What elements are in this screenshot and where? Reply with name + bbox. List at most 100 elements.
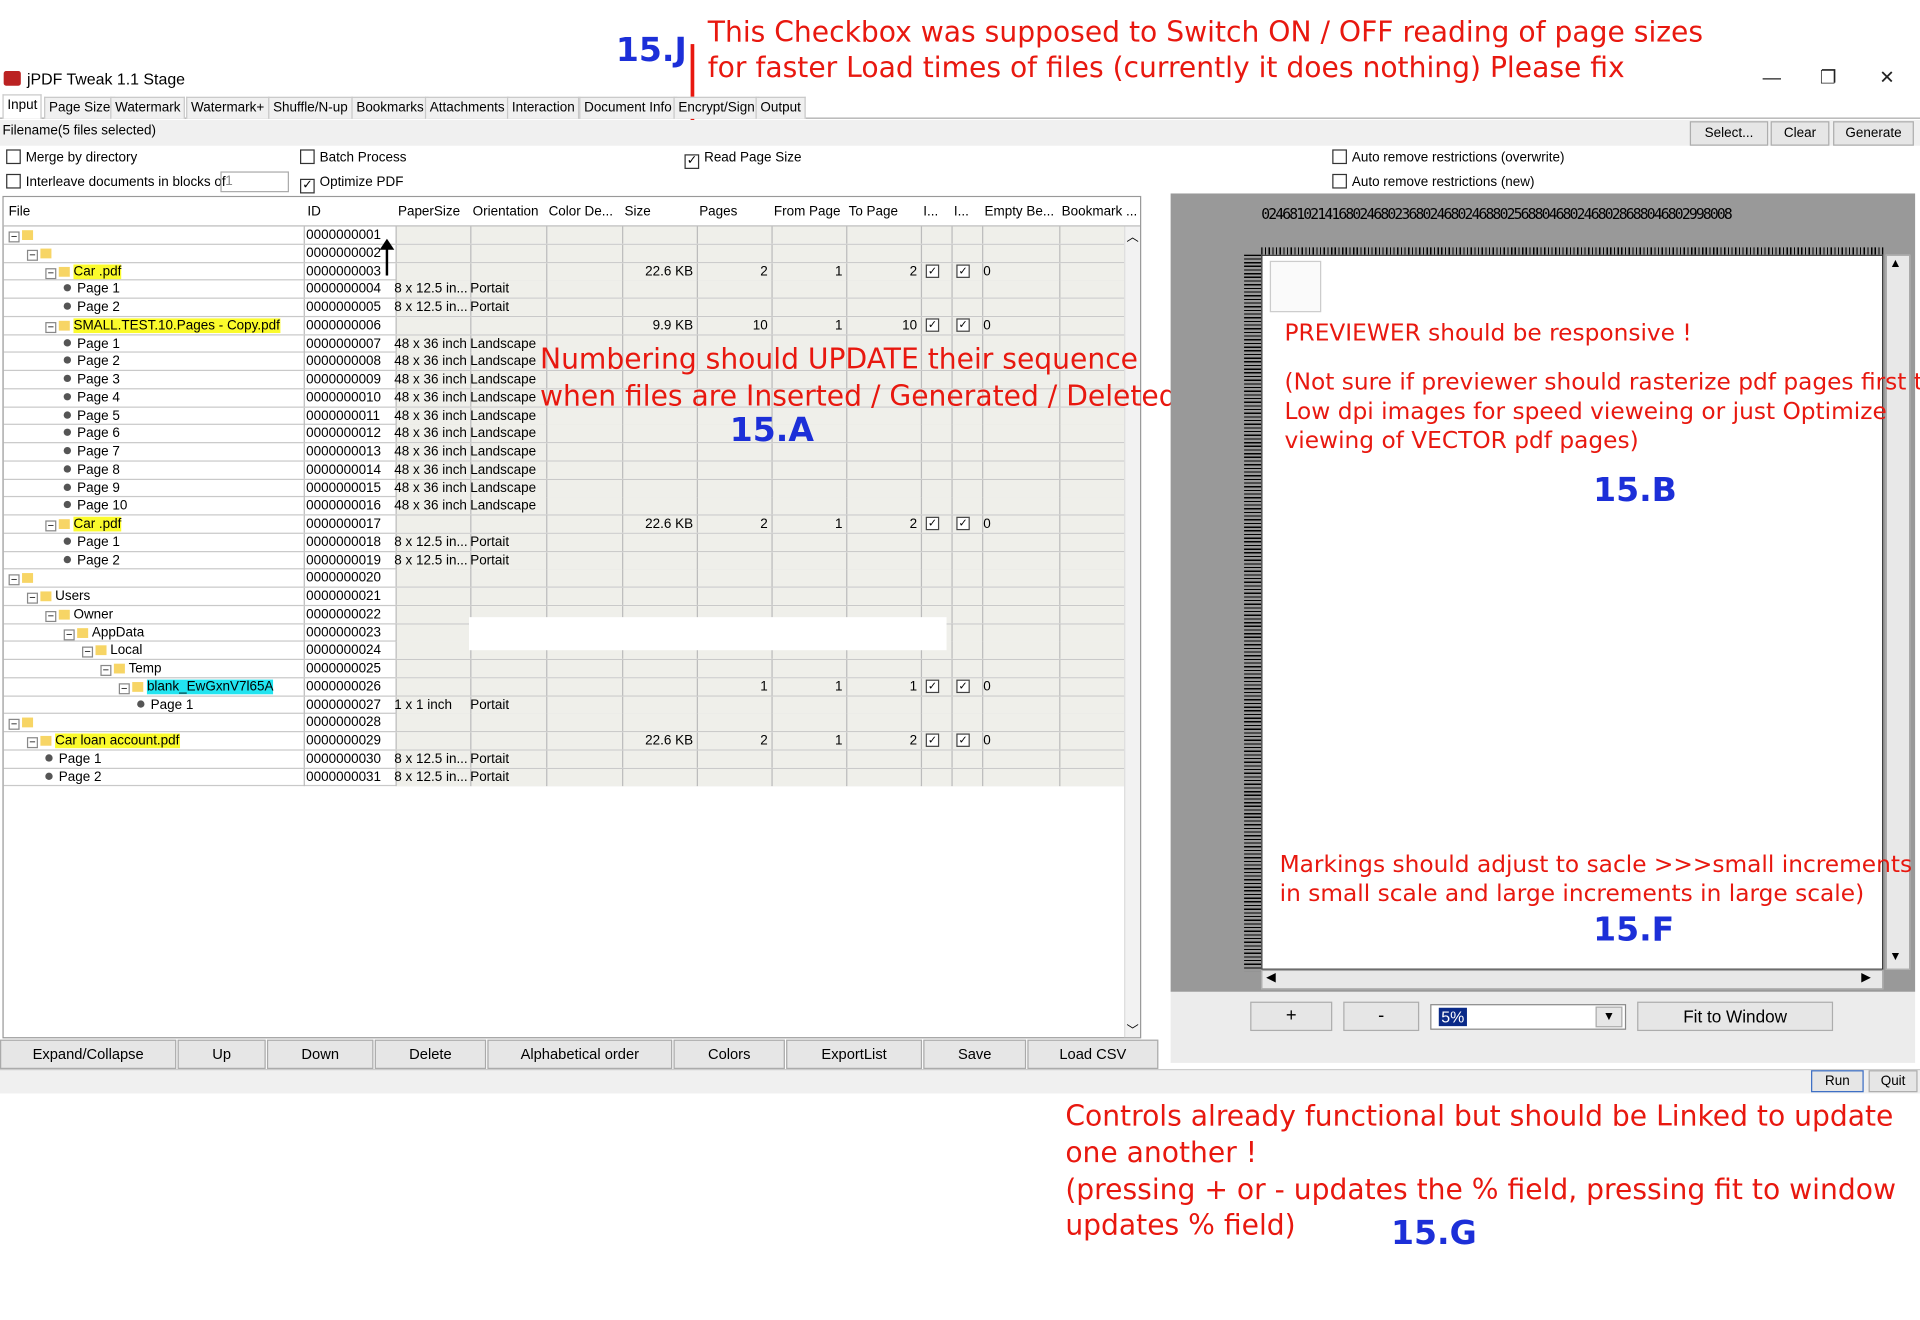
run-button[interactable]: Run	[1811, 1070, 1864, 1093]
file-cell[interactable]: −	[8, 714, 37, 731]
file-cell[interactable]: − Temp	[100, 660, 162, 677]
table-row[interactable]: Page 6000000001248 x 36 inchLandscape4	[3, 425, 1141, 444]
include-checkbox[interactable]: ✓	[925, 516, 940, 531]
collapse-toggle-icon[interactable]: −	[45, 610, 57, 622]
tab-input[interactable]: Input	[2, 94, 43, 119]
collapse-toggle-icon[interactable]: −	[45, 321, 57, 333]
tab-encrypt-sign[interactable]: Encrypt/Sign	[673, 96, 760, 119]
file-cell[interactable]: − Car .pdf	[45, 516, 122, 533]
collapse-toggle-icon[interactable]: −	[82, 646, 94, 658]
col-i2[interactable]: I...	[954, 204, 969, 219]
read-page-size-checkbox[interactable]: Read Page Size	[684, 149, 801, 169]
collapse-toggle-icon[interactable]: −	[26, 249, 38, 261]
collapse-toggle-icon[interactable]: −	[8, 574, 20, 586]
table-row[interactable]: Page 100000000188 x 12.5 in...Portait4	[3, 533, 1141, 552]
table-row[interactable]: Page 200000000198 x 12.5 in...Portait4	[3, 551, 1141, 570]
file-cell[interactable]: − Users	[26, 588, 90, 605]
auto-new-checkbox[interactable]: Auto remove restrictions (new)	[1332, 173, 1535, 191]
table-row[interactable]: Page 7000000001348 x 36 inchLandscape4	[3, 443, 1141, 462]
interleave-row-checkbox[interactable]: ✓	[956, 516, 970, 531]
minimize-button[interactable]: —	[1753, 66, 1790, 90]
collapse-toggle-icon[interactable]: −	[45, 520, 57, 532]
file-cell[interactable]: − Local	[82, 642, 142, 659]
checkbox-box[interactable]	[300, 178, 315, 194]
file-cell[interactable]: − blank_EwGxnV7l65A	[118, 678, 274, 695]
file-cell[interactable]: Page 2	[63, 353, 120, 370]
col-file[interactable]: File	[9, 204, 31, 219]
checkbox-box[interactable]	[684, 154, 700, 169]
file-cell[interactable]: − AppData	[63, 624, 144, 641]
file-cell[interactable]: Page 10	[63, 497, 127, 514]
file-cell[interactable]: Page 8	[63, 461, 120, 478]
file-cell[interactable]: Page 1	[137, 696, 193, 713]
col-size[interactable]: Size	[624, 204, 650, 219]
col-bookmark[interactable]: Bookmark ...	[1062, 204, 1138, 219]
file-cell[interactable]: Page 1	[63, 335, 120, 352]
file-cell[interactable]: Page 1	[63, 534, 120, 551]
tab-page-size[interactable]: Page Size	[44, 96, 116, 119]
table-row[interactable]: −00000000011	[3, 226, 1141, 245]
file-cell[interactable]: −	[8, 570, 37, 587]
table-row[interactable]: Page 8000000001448 x 36 inchLandscape4	[3, 461, 1141, 480]
optimize-checkbox[interactable]: Optimize PDF	[300, 174, 403, 194]
file-cell[interactable]: Page 5	[63, 407, 120, 424]
col-i1[interactable]: I...	[923, 204, 938, 219]
tab-bookmarks[interactable]: Bookmarks	[351, 96, 429, 119]
tab-shuffle[interactable]: Shuffle/N-up	[268, 96, 353, 119]
tab-watermark-plus[interactable]: Watermark+	[186, 96, 270, 119]
col-to-page[interactable]: To Page	[849, 204, 898, 219]
preview-scroll-up-icon[interactable]: ▲	[1889, 257, 1901, 270]
table-row[interactable]: −Temp00000000256	[3, 660, 1141, 679]
tab-interaction[interactable]: Interaction	[506, 96, 580, 119]
generate-button[interactable]: Generate	[1833, 121, 1914, 146]
table-row[interactable]: −Car .pdf000000001722.6 KB21203✓✓	[3, 515, 1141, 534]
checkbox-box[interactable]	[6, 173, 21, 189]
file-cell[interactable]: − SMALL.TEST.10.Pages - Copy.pdf	[45, 317, 280, 334]
expand-collapse-button[interactable]: Expand/Collapse	[0, 1039, 177, 1069]
down-button[interactable]: Down	[266, 1039, 374, 1069]
preview-hscroll[interactable]	[1261, 969, 1884, 990]
interleave-row-checkbox[interactable]: ✓	[956, 318, 970, 332]
table-row[interactable]: −blank_EwGxnV7l65A000000002611107✓✓	[3, 678, 1141, 697]
file-cell[interactable]: − Owner	[45, 606, 113, 623]
scroll-down-icon[interactable]: ﹀	[1127, 1020, 1139, 1037]
table-row[interactable]: −00000000022	[3, 244, 1141, 263]
file-cell[interactable]: Page 2	[63, 299, 120, 316]
col-papersize[interactable]: PaperSize	[398, 204, 460, 219]
collapse-toggle-icon[interactable]: −	[100, 664, 112, 676]
file-cell[interactable]: Page 2	[63, 552, 120, 569]
clear-button[interactable]: Clear	[1770, 121, 1830, 146]
checkbox-box[interactable]	[6, 149, 21, 165]
table-row[interactable]: Page 100000000271 x 1 inchPortait8	[3, 696, 1141, 715]
export-list-button[interactable]: ExportList	[786, 1039, 923, 1069]
include-checkbox[interactable]: ✓	[925, 733, 940, 747]
collapse-toggle-icon[interactable]: −	[8, 231, 20, 243]
file-cell[interactable]: Page 6	[63, 425, 120, 442]
interleave-checkbox[interactable]: Interleave documents in blocks of	[6, 173, 226, 191]
file-cell[interactable]: −	[26, 245, 55, 262]
col-id[interactable]: ID	[307, 204, 320, 219]
table-row[interactable]: − Car loan account.pdf 0000000029 22.6 KB 2 1…	[3, 732, 1141, 751]
colors-button[interactable]: Colors	[673, 1039, 785, 1069]
interleave-row-checkbox[interactable]: ✓	[956, 679, 970, 693]
save-button[interactable]: Save	[923, 1039, 1027, 1069]
col-orientation[interactable]: Orientation	[473, 204, 539, 219]
include-checkbox[interactable]: ✓	[925, 318, 940, 332]
collapse-toggle-icon[interactable]: −	[26, 592, 38, 604]
col-from-page[interactable]: From Page	[774, 204, 841, 219]
table-row[interactable]: Page 100000000048 x 12.5 in...Portait4	[3, 280, 1141, 299]
file-cell[interactable]: Page 1	[45, 750, 101, 767]
zoom-in-button[interactable]: +	[1250, 1001, 1333, 1032]
file-cell[interactable]: Page 7	[63, 443, 120, 460]
collapse-toggle-icon[interactable]: −	[26, 737, 38, 749]
file-cell[interactable]: − Car loan account.pdf	[26, 732, 180, 749]
close-button[interactable]: ✕	[1869, 66, 1906, 90]
interleave-blocks-input[interactable]: 1	[220, 171, 289, 193]
checkbox-box[interactable]	[1332, 173, 1347, 189]
table-row[interactable]: − SMALL.TEST.10.Pages - Copy.pdf 000000000…	[3, 316, 1141, 335]
col-pages[interactable]: Pages	[699, 204, 737, 219]
checkbox-box[interactable]	[1332, 149, 1347, 165]
file-cell[interactable]: Page 4	[63, 389, 120, 406]
table-row[interactable]: −00000000281	[3, 714, 1141, 733]
file-cell[interactable]: Page 1	[63, 281, 120, 298]
